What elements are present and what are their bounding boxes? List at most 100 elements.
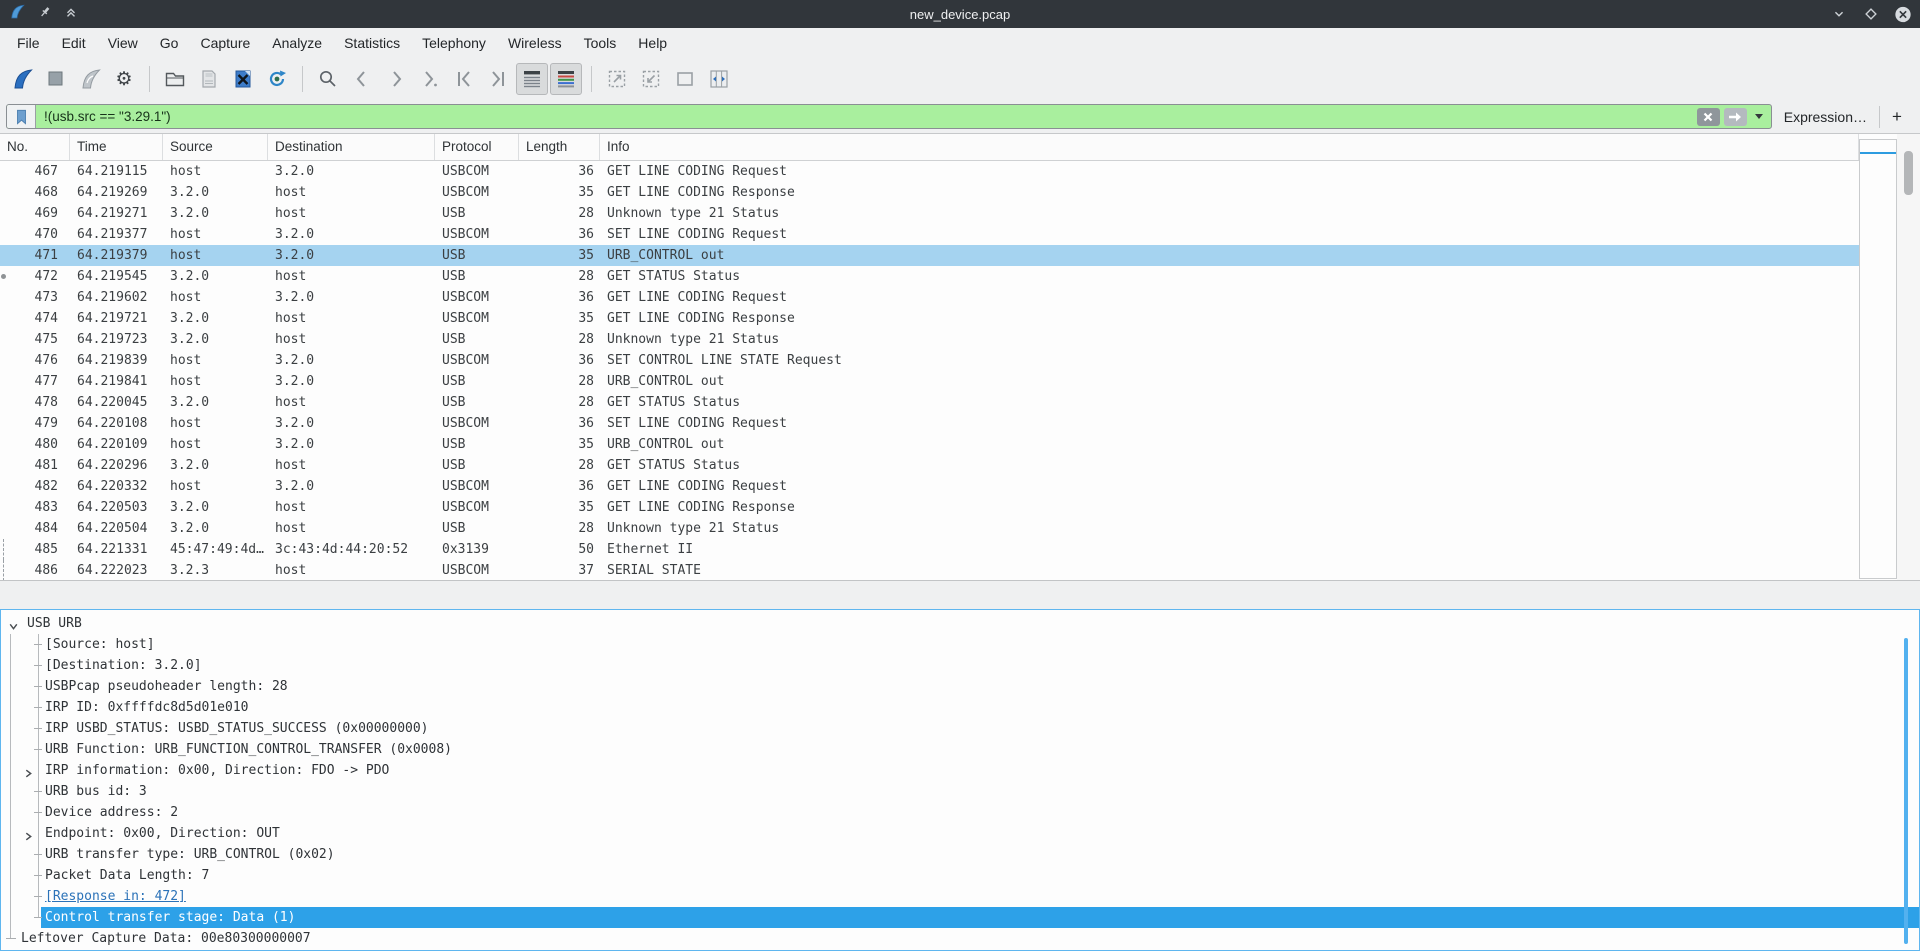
go-forward-icon[interactable] bbox=[380, 63, 412, 95]
detail-tree-item[interactable]: [Source: host] bbox=[1, 634, 1919, 655]
zoom-normal-icon[interactable] bbox=[669, 63, 701, 95]
auto-scroll-toggle-icon[interactable] bbox=[516, 63, 548, 95]
packet-row[interactable]: 486 64.222023 3.2.3 host USBCOM 37 SERIAL STAT… bbox=[0, 560, 1859, 580]
filter-apply-icon[interactable] bbox=[1723, 107, 1747, 126]
packet-row[interactable]: 467 64.219115 host 3.2.0 USBCOM 36 GET LINE CO… bbox=[0, 161, 1859, 182]
packet-row[interactable]: 472 64.219545 3.2.0 host USB 28 GET STATUS Sta… bbox=[0, 266, 1859, 287]
detail-tree-item[interactable]: IRP ID: 0xffffdc8d5d01e010 bbox=[1, 697, 1919, 718]
close-icon[interactable] bbox=[1894, 5, 1912, 23]
go-first-packet-icon[interactable] bbox=[448, 63, 480, 95]
packet-row[interactable]: 479 64.220108 host 3.2.0 USBCOM 36 SET LINE CO… bbox=[0, 413, 1859, 434]
pin-icon[interactable] bbox=[38, 5, 52, 24]
capture-options-icon[interactable]: ⚙ bbox=[108, 63, 140, 95]
packet-row[interactable]: 483 64.220503 3.2.0 host USBCOM 35 GET LINE CO… bbox=[0, 497, 1859, 518]
zoom-out-icon[interactable] bbox=[635, 63, 667, 95]
packet-row[interactable]: 474 64.219721 3.2.0 host USBCOM 35 GET LINE CO… bbox=[0, 308, 1859, 329]
packet-row[interactable]: 477 64.219841 host 3.2.0 USB 28 URB_CONTROL ou… bbox=[0, 371, 1859, 392]
stop-capture-icon[interactable] bbox=[40, 63, 72, 95]
detail-scrollbar-thumb[interactable] bbox=[1904, 638, 1908, 944]
detail-tree-item[interactable]: USBPcap pseudoheader length: 28 bbox=[1, 676, 1919, 697]
menu-statistics[interactable]: Statistics bbox=[333, 28, 411, 58]
open-file-icon[interactable] bbox=[159, 63, 191, 95]
column-header-no[interactable]: No. bbox=[0, 134, 70, 160]
menu-telephony[interactable]: Telephony bbox=[411, 28, 497, 58]
go-back-icon[interactable] bbox=[346, 63, 378, 95]
menu-file[interactable]: File bbox=[6, 28, 51, 58]
go-last-packet-icon[interactable] bbox=[482, 63, 514, 95]
detail-tree-item[interactable]: Endpoint: 0x00, Direction: OUT bbox=[1, 823, 1919, 844]
filter-text[interactable]: !(usb.src == "3.29.1") bbox=[36, 109, 1697, 124]
detail-tree-item[interactable]: URB Function: URB_FUNCTION_CONTROL_TRANS… bbox=[1, 739, 1919, 760]
row-gutter bbox=[0, 434, 8, 455]
restart-capture-icon[interactable] bbox=[74, 63, 106, 95]
packet-row[interactable]: 478 64.220045 3.2.0 host USB 28 GET STATUS Sta… bbox=[0, 392, 1859, 413]
column-header-protocol[interactable]: Protocol bbox=[435, 134, 519, 160]
menu-help[interactable]: Help bbox=[627, 28, 678, 58]
menu-view[interactable]: View bbox=[97, 28, 149, 58]
shade-window-icon[interactable] bbox=[64, 5, 78, 24]
zoom-in-icon[interactable] bbox=[601, 63, 633, 95]
detail-tree-item[interactable]: USB URB bbox=[1, 613, 1919, 634]
column-header-info[interactable]: Info bbox=[600, 134, 1859, 160]
detail-tree-item[interactable]: [Destination: 3.2.0] bbox=[1, 655, 1919, 676]
packet-list-scrollbar[interactable] bbox=[1897, 134, 1920, 580]
menu-tools[interactable]: Tools bbox=[573, 28, 628, 58]
start-capture-icon[interactable] bbox=[6, 63, 38, 95]
column-header-destination[interactable]: Destination bbox=[268, 134, 435, 160]
column-header-time[interactable]: Time bbox=[70, 134, 163, 160]
save-file-icon[interactable] bbox=[193, 63, 225, 95]
menu-go[interactable]: Go bbox=[149, 28, 190, 58]
packet-list-scrollbar-thumb[interactable] bbox=[1904, 151, 1913, 195]
packet-row[interactable]: 476 64.219839 host 3.2.0 USBCOM 36 SET CONTROL… bbox=[0, 350, 1859, 371]
add-filter-button[interactable]: + bbox=[1880, 107, 1914, 127]
display-filter-input[interactable]: !(usb.src == "3.29.1") bbox=[6, 104, 1772, 129]
packet-row[interactable]: 468 64.219269 3.2.0 host USBCOM 35 GET LINE CO… bbox=[0, 182, 1859, 203]
detail-tree-item[interactable]: URB bus id: 3 bbox=[1, 781, 1919, 802]
packet-row[interactable]: 482 64.220332 host 3.2.0 USBCOM 36 GET LINE CO… bbox=[0, 476, 1859, 497]
packet-row[interactable]: 484 64.220504 3.2.0 host USB 28 Unknown type 2… bbox=[0, 518, 1859, 539]
packet-row[interactable]: 470 64.219377 host 3.2.0 USBCOM 36 SET LINE CO… bbox=[0, 224, 1859, 245]
close-file-icon[interactable] bbox=[227, 63, 259, 95]
packet-row[interactable]: 480 64.220109 host 3.2.0 USB 35 URB_CONTROL ou… bbox=[0, 434, 1859, 455]
resize-columns-icon[interactable] bbox=[703, 63, 735, 95]
cell-proto: USB bbox=[442, 521, 466, 536]
expander-open-icon[interactable] bbox=[8, 618, 20, 630]
filter-clear-icon[interactable] bbox=[1696, 107, 1720, 126]
filter-bookmark-icon[interactable] bbox=[7, 105, 36, 128]
expander-closed-icon[interactable] bbox=[23, 828, 35, 841]
detail-tree-item[interactable]: IRP USBD_STATUS: USBD_STATUS_SUCCESS (0x… bbox=[1, 718, 1919, 739]
cell-time: 64.219377 bbox=[77, 227, 148, 242]
detail-tree-item[interactable]: URB transfer type: URB_CONTROL (0x02) bbox=[1, 844, 1919, 865]
maximize-icon[interactable] bbox=[1862, 5, 1880, 23]
go-to-packet-icon[interactable] bbox=[414, 63, 446, 95]
packet-row[interactable]: 469 64.219271 3.2.0 host USB 28 Unknown type 2… bbox=[0, 203, 1859, 224]
expander-closed-icon[interactable] bbox=[23, 765, 35, 778]
menu-analyze[interactable]: Analyze bbox=[261, 28, 333, 58]
cell-info: Unknown type 21 Status bbox=[607, 332, 780, 347]
intelligent-scrollbar-minimap[interactable] bbox=[1859, 139, 1897, 579]
menu-edit[interactable]: Edit bbox=[51, 28, 97, 58]
colorize-toggle-icon[interactable] bbox=[550, 63, 582, 95]
detail-tree-item[interactable]: IRP information: 0x00, Direction: FDO ->… bbox=[1, 760, 1919, 781]
column-header-source[interactable]: Source bbox=[163, 134, 268, 160]
packet-row[interactable]: 475 64.219723 3.2.0 host USB 28 Unknown type 2… bbox=[0, 329, 1859, 350]
packet-row[interactable]: 485 64.221331 45:47:49:4d… 3c:43:4d:44:20:5… bbox=[0, 539, 1859, 560]
expression-button[interactable]: Expression… bbox=[1772, 109, 1879, 125]
minimize-icon[interactable] bbox=[1830, 5, 1848, 23]
detail-tree-item[interactable]: Control transfer stage: Data (1) bbox=[1, 907, 1919, 928]
packet-row[interactable]: 473 64.219602 host 3.2.0 USBCOM 36 GET LINE CO… bbox=[0, 287, 1859, 308]
menu-capture[interactable]: Capture bbox=[189, 28, 261, 58]
detail-tree-item[interactable]: Leftover Capture Data: 00e80300000007 bbox=[1, 928, 1919, 949]
filter-dropdown-icon[interactable] bbox=[1754, 114, 1763, 119]
packet-row[interactable]: 471 64.219379 host 3.2.0 USB 35 URB_CONTROL ou… bbox=[0, 245, 1859, 266]
packet-row[interactable]: 481 64.220296 3.2.0 host USB 28 GET STATUS Sta… bbox=[0, 455, 1859, 476]
column-header-length[interactable]: Length bbox=[519, 134, 600, 160]
detail-tree-item[interactable]: Device address: 2 bbox=[1, 802, 1919, 823]
reload-file-icon[interactable] bbox=[261, 63, 293, 95]
detail-link-text[interactable]: [Response in: 472] bbox=[45, 889, 186, 904]
find-packet-icon[interactable] bbox=[312, 63, 344, 95]
detail-tree-item[interactable]: Packet Data Length: 7 bbox=[1, 865, 1919, 886]
detail-tree-item[interactable]: [Response in: 472] bbox=[1, 886, 1919, 907]
pane-splitter[interactable] bbox=[0, 580, 1920, 609]
menu-wireless[interactable]: Wireless bbox=[497, 28, 573, 58]
